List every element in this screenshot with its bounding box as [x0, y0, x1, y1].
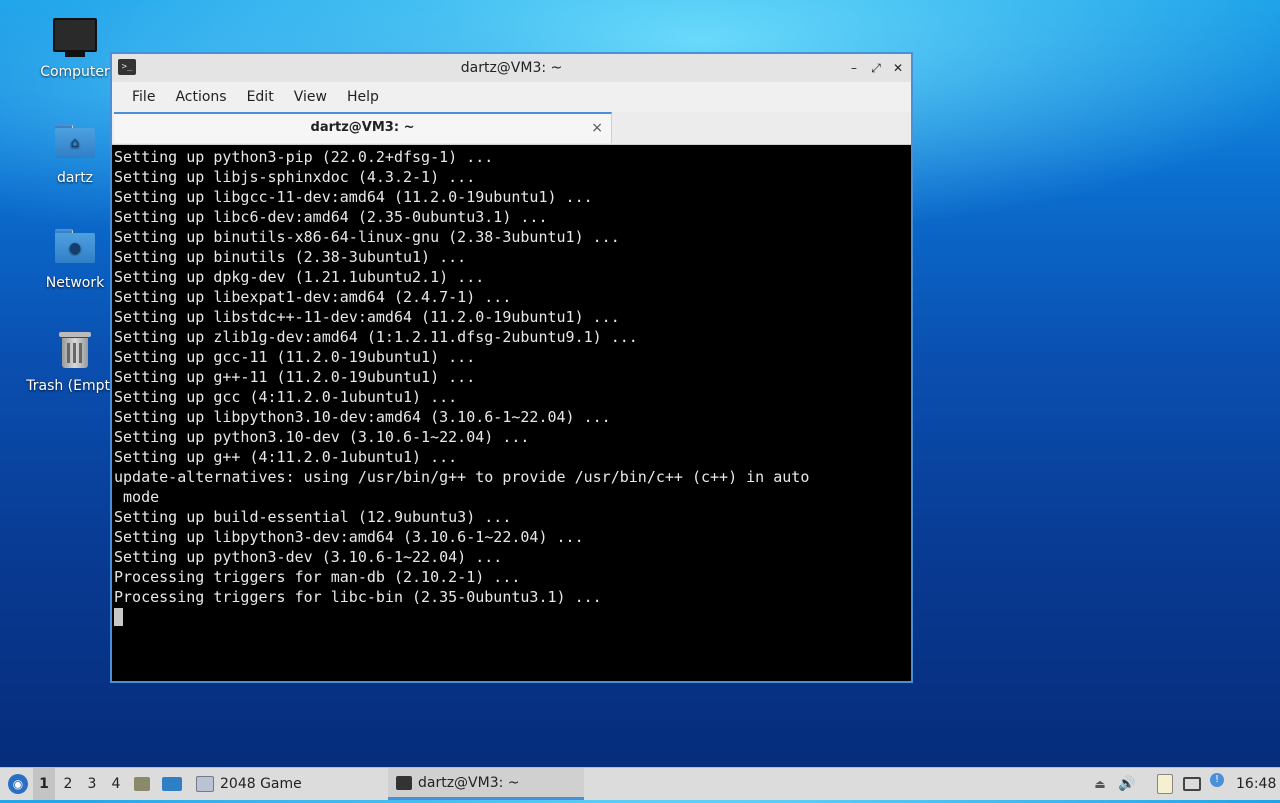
terminal-line: Setting up libjs-sphinxdoc (4.3.2-1) ... — [114, 168, 476, 186]
workspace-3[interactable]: 3 — [81, 768, 103, 800]
tab-terminal[interactable]: dartz@VM3: ~ × — [114, 112, 612, 143]
tab-close-icon[interactable]: × — [591, 114, 603, 142]
task-label: 2048 Game — [220, 776, 302, 792]
menubar: File Actions Edit View Help — [112, 82, 911, 112]
task-label: dartz@VM3: ~ — [418, 774, 520, 791]
tray-eject[interactable]: ⏏ — [1089, 768, 1111, 800]
network-folder-icon: ● — [53, 229, 97, 269]
terminal-line: update-alternatives: using /usr/bin/g++ … — [114, 468, 810, 486]
show-desktop-button[interactable] — [162, 768, 184, 800]
taskbar-task-terminal[interactable]: dartz@VM3: ~ — [388, 768, 584, 800]
menu-actions[interactable]: Actions — [165, 89, 236, 105]
terminal-line: Setting up gcc-11 (11.2.0-19ubuntu1) ... — [114, 348, 476, 366]
terminal-line: Setting up libpython3.10-dev:amd64 (3.10… — [114, 408, 611, 426]
desktop-icon — [162, 777, 182, 791]
menu-file[interactable]: File — [122, 89, 165, 105]
start-menu-button[interactable]: ◉ — [4, 768, 30, 800]
taskbar: ◉ 1 2 3 4 2048 Game dartz@VM3: ~ ⏏ 🔊 ! 1… — [0, 767, 1280, 800]
window-title: dartz@VM3: ~ — [460, 60, 563, 76]
terminal-line: Setting up binutils (2.38-3ubuntu1) ... — [114, 248, 467, 266]
tab-bar: dartz@VM3: ~ × — [112, 112, 911, 145]
taskbar-task-2048[interactable]: 2048 Game — [188, 768, 400, 800]
terminal-prompt-line — [114, 607, 911, 627]
workspace-4[interactable]: 4 — [105, 768, 127, 800]
volume-icon: 🔊 — [1118, 776, 1136, 792]
terminal-line: Processing triggers for libc-bin (2.35-0… — [114, 588, 602, 606]
terminal-line: Setting up binutils-x86-64-linux-gnu (2.… — [114, 228, 620, 246]
notification-icon: ! — [1210, 773, 1224, 787]
terminal-line: Processing triggers for man-db (2.10.2-1… — [114, 568, 521, 586]
terminal-line: Setting up libc6-dev:amd64 (2.35-0ubuntu… — [114, 208, 548, 226]
terminal-line: Setting up g++-11 (11.2.0-19ubuntu1) ... — [114, 368, 476, 386]
terminal-line: Setting up python3-pip (22.0.2+dfsg-1) .… — [114, 148, 494, 166]
close-button[interactable]: ✕ — [891, 61, 905, 75]
terminal-line: Setting up libpython3-dev:amd64 (3.10.6-… — [114, 528, 584, 546]
clock[interactable]: 16:48 — [1236, 768, 1276, 800]
terminal-output[interactable]: Setting up python3-pip (22.0.2+dfsg-1) .… — [114, 147, 911, 681]
file-manager-launcher[interactable] — [134, 768, 154, 800]
update-notifier[interactable]: ! — [1206, 768, 1228, 800]
volume-control[interactable]: 🔊 — [1116, 768, 1138, 800]
minimize-button[interactable]: – — [847, 61, 861, 75]
network-status[interactable] — [1181, 768, 1203, 800]
workspace-1[interactable]: 1 — [33, 768, 55, 800]
terminal-line: Setting up dpkg-dev (1.21.1ubuntu2.1) ..… — [114, 268, 485, 286]
terminal-line: Setting up libexpat1-dev:amd64 (2.4.7-1)… — [114, 288, 512, 306]
terminal-line: Setting up python3.10-dev (3.10.6-1~22.0… — [114, 428, 530, 446]
terminal-window[interactable]: >_ dartz@VM3: ~ – ⤢ ✕ File Actions Edit … — [110, 52, 913, 683]
tab-label: dartz@VM3: ~ — [310, 120, 415, 135]
window-icon — [196, 776, 214, 792]
terminal-cursor — [114, 608, 123, 626]
terminal-line: Setting up g++ (4:11.2.0-1ubuntu1) ... — [114, 448, 458, 466]
terminal-line: Setting up libgcc-11-dev:amd64 (11.2.0-1… — [114, 188, 593, 206]
network-icon — [1183, 777, 1201, 791]
clipboard-button[interactable] — [1154, 768, 1176, 800]
terminal-line: Setting up zlib1g-dev:amd64 (1:1.2.11.df… — [114, 328, 638, 346]
workspace-2[interactable]: 2 — [57, 768, 79, 800]
eject-icon: ⏏ — [1094, 777, 1106, 791]
maximize-button[interactable]: ⤢ — [869, 61, 883, 75]
terminal-line: Setting up libstdc++-11-dev:amd64 (11.2.… — [114, 308, 620, 326]
file-manager-icon — [134, 777, 150, 791]
lubuntu-logo-icon: ◉ — [8, 774, 28, 794]
terminal-line: Setting up gcc (4:11.2.0-1ubuntu1) ... — [114, 388, 458, 406]
terminal-line: Setting up build-essential (12.9ubuntu3)… — [114, 508, 512, 526]
window-titlebar[interactable]: >_ dartz@VM3: ~ – ⤢ ✕ — [112, 54, 911, 82]
terminal-icon — [396, 775, 412, 790]
terminal-line: Setting up python3-dev (3.10.6-1~22.04) … — [114, 548, 503, 566]
clipboard-icon — [1157, 774, 1173, 794]
computer-icon — [53, 18, 97, 58]
trash-icon — [53, 332, 97, 372]
terminal-line: mode — [114, 488, 160, 506]
menu-edit[interactable]: Edit — [237, 89, 284, 105]
home-folder-icon: ⌂ — [53, 124, 97, 164]
menu-help[interactable]: Help — [337, 89, 389, 105]
menu-view[interactable]: View — [284, 89, 337, 105]
